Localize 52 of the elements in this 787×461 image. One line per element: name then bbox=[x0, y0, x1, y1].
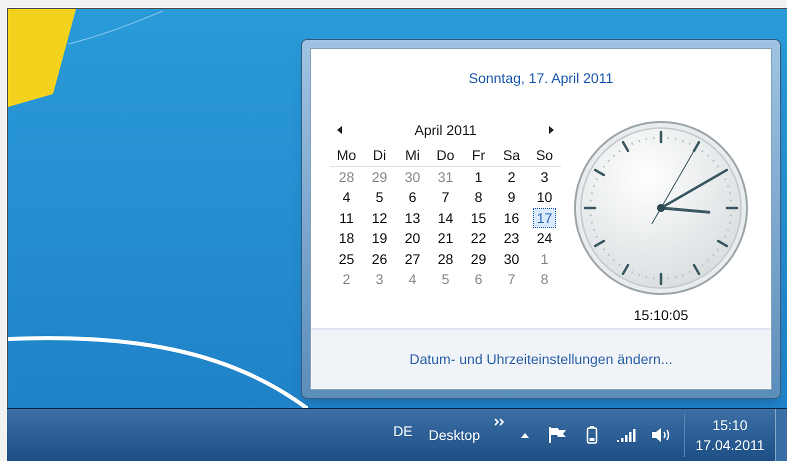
calendar-day[interactable]: 23 bbox=[500, 228, 523, 249]
chevron-icon[interactable] bbox=[494, 417, 506, 427]
calendar-day[interactable]: 16 bbox=[500, 208, 523, 228]
calendar-day[interactable]: 2 bbox=[500, 167, 523, 188]
calendar-day[interactable]: 27 bbox=[401, 249, 424, 270]
calendar-day[interactable]: 13 bbox=[401, 208, 424, 228]
weekday-label: Fr bbox=[470, 146, 486, 165]
desktop-toolbar-label[interactable]: Desktop bbox=[428, 424, 480, 446]
calendar-day[interactable]: 30 bbox=[500, 249, 523, 270]
calendar-day[interactable]: 3 bbox=[533, 167, 556, 188]
weekday-label: Mo bbox=[336, 146, 358, 165]
language-indicator[interactable]: DE bbox=[393, 420, 413, 442]
calendar-day[interactable]: 5 bbox=[368, 188, 391, 208]
clock-time: 15:10:05 bbox=[634, 306, 688, 325]
calendar-day[interactable]: 19 bbox=[368, 228, 391, 249]
signal-icon[interactable] bbox=[616, 427, 636, 443]
calendar-day[interactable]: 10 bbox=[533, 188, 556, 208]
settings-link[interactable]: Datum- und Uhrzeiteinstellungen ändern... bbox=[409, 349, 673, 370]
weekday-label: Di bbox=[372, 146, 388, 165]
calendar-day[interactable]: 14 bbox=[434, 208, 457, 228]
calendar-day[interactable]: 17 bbox=[533, 208, 556, 228]
weekday-label: So bbox=[534, 146, 554, 165]
calendar-day[interactable]: 26 bbox=[368, 249, 391, 270]
calendar-day[interactable]: 28 bbox=[434, 249, 457, 270]
speaker-icon[interactable] bbox=[650, 426, 672, 444]
calendar-day[interactable]: 9 bbox=[500, 188, 523, 208]
triangle-up-icon[interactable] bbox=[520, 431, 530, 439]
calendar-day[interactable]: 1 bbox=[467, 167, 490, 188]
calendar-day[interactable]: 24 bbox=[533, 228, 556, 249]
previous-month-icon[interactable] bbox=[336, 125, 344, 135]
calendar-day[interactable]: 18 bbox=[335, 228, 358, 249]
taskbar-clock[interactable]: 15:10 17.04.2011 bbox=[685, 409, 775, 461]
next-month-icon[interactable] bbox=[546, 125, 555, 135]
calendar-day[interactable]: 7 bbox=[434, 188, 457, 208]
calendar-day[interactable]: 6 bbox=[401, 188, 424, 208]
calendar-day[interactable]: 20 bbox=[401, 228, 424, 249]
month-label[interactable]: April 2011 bbox=[414, 120, 476, 140]
calendar-day[interactable]: 8 bbox=[467, 188, 490, 208]
flag-icon[interactable] bbox=[548, 426, 568, 444]
calendar-day[interactable]: 15 bbox=[467, 208, 490, 228]
calendar-day[interactable]: 22 bbox=[467, 228, 490, 249]
weekday-label: Mi bbox=[404, 146, 421, 165]
calendar-day[interactable]: 25 bbox=[335, 249, 358, 270]
weekday-label: Sa bbox=[502, 146, 522, 165]
calendar-day[interactable]: 29 bbox=[467, 249, 490, 270]
calendar-day[interactable]: 11 bbox=[335, 208, 358, 228]
weekday-label: Do bbox=[436, 146, 456, 165]
calendar-day[interactable]: 4 bbox=[335, 188, 358, 208]
calendar-day[interactable]: 21 bbox=[434, 228, 457, 249]
calendar-day[interactable]: 12 bbox=[368, 208, 391, 228]
battery-icon[interactable] bbox=[586, 425, 598, 445]
date-heading[interactable]: Sonntag, 17. April 2011 bbox=[311, 68, 771, 89]
